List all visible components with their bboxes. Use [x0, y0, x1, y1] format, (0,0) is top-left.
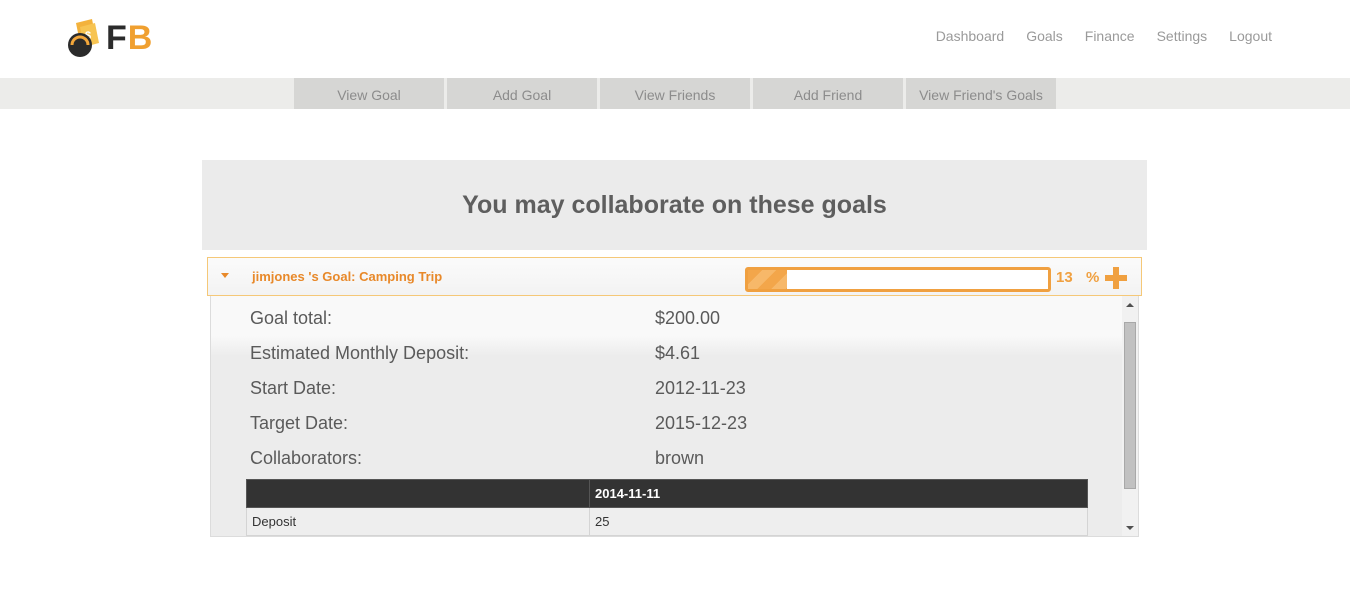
- nav-dashboard[interactable]: Dashboard: [936, 28, 1005, 44]
- table-cell: Deposit: [246, 507, 590, 536]
- plus-icon[interactable]: [1105, 267, 1127, 289]
- top-nav: Dashboard Goals Finance Settings Logout: [914, 28, 1272, 44]
- goal-progress-fill: [748, 270, 787, 289]
- tab-view-goal[interactable]: View Goal: [294, 78, 444, 109]
- detail-label: Estimated Monthly Deposit:: [250, 343, 470, 363]
- logo-letter-f: F: [106, 18, 128, 57]
- detail-value: 2015-12-23: [655, 413, 748, 433]
- detail-value: $4.61: [655, 343, 701, 363]
- goal-details-panel: Goal total: $200.00 Estimated Monthly De…: [210, 296, 1139, 537]
- goal-accordion-header[interactable]: jimjones 's Goal: Camping Trip 13 %: [207, 257, 1142, 296]
- detail-label: Target Date:: [250, 413, 349, 433]
- tab-view-friends[interactable]: View Friends: [600, 78, 750, 109]
- logo-text: FB: [106, 19, 153, 58]
- detail-label: Goal total:: [250, 308, 333, 328]
- tab-add-friend[interactable]: Add Friend: [753, 78, 903, 109]
- header: $ FB Dashboard Goals Finance Settings Lo…: [0, 0, 1350, 78]
- detail-value: $200.00: [655, 308, 721, 328]
- detail-value: brown: [655, 448, 705, 468]
- coin-logo-icon: $: [66, 17, 104, 59]
- page-title-panel: You may collaborate on these goals: [202, 160, 1147, 250]
- sub-nav-tabs: View Goal Add Goal View Friends Add Frie…: [294, 78, 1059, 109]
- logo[interactable]: $ FB: [66, 16, 156, 60]
- scrollbar[interactable]: [1122, 296, 1138, 536]
- nav-finance[interactable]: Finance: [1085, 28, 1135, 44]
- goal-title[interactable]: jimjones 's Goal: Camping Trip: [252, 269, 442, 284]
- table-cell: 25: [589, 507, 1088, 536]
- goal-progress-bar: [745, 267, 1051, 292]
- detail-value: 2012-11-23: [655, 378, 746, 398]
- caret-down-icon[interactable]: [221, 273, 229, 278]
- table-header-cell: [246, 479, 590, 508]
- tab-view-friends-goals[interactable]: View Friend's Goals: [906, 78, 1056, 109]
- nav-settings[interactable]: Settings: [1157, 28, 1208, 44]
- sub-nav: View Goal Add Goal View Friends Add Frie…: [0, 78, 1350, 109]
- page-title: You may collaborate on these goals: [462, 190, 887, 219]
- tab-add-goal[interactable]: Add Goal: [447, 78, 597, 109]
- table-header-row: 2014-11-11: [246, 479, 1088, 508]
- nav-logout[interactable]: Logout: [1229, 28, 1272, 44]
- table-header-cell: 2014-11-11: [589, 479, 1088, 508]
- progress-percent-value: 13: [1056, 269, 1073, 286]
- transactions-table: 2014-11-11 Deposit 25: [246, 479, 1088, 536]
- detail-label: Collaborators:: [250, 448, 363, 468]
- logo-letter-b: B: [127, 18, 154, 57]
- scrollbar-thumb[interactable]: [1124, 322, 1136, 489]
- nav-goals[interactable]: Goals: [1026, 28, 1063, 44]
- scroll-up-icon[interactable]: [1126, 303, 1134, 307]
- progress-percent-symbol: %: [1086, 269, 1100, 286]
- table-row: Deposit 25: [246, 507, 1088, 536]
- scroll-down-icon[interactable]: [1126, 526, 1134, 530]
- detail-label: Start Date:: [250, 378, 337, 398]
